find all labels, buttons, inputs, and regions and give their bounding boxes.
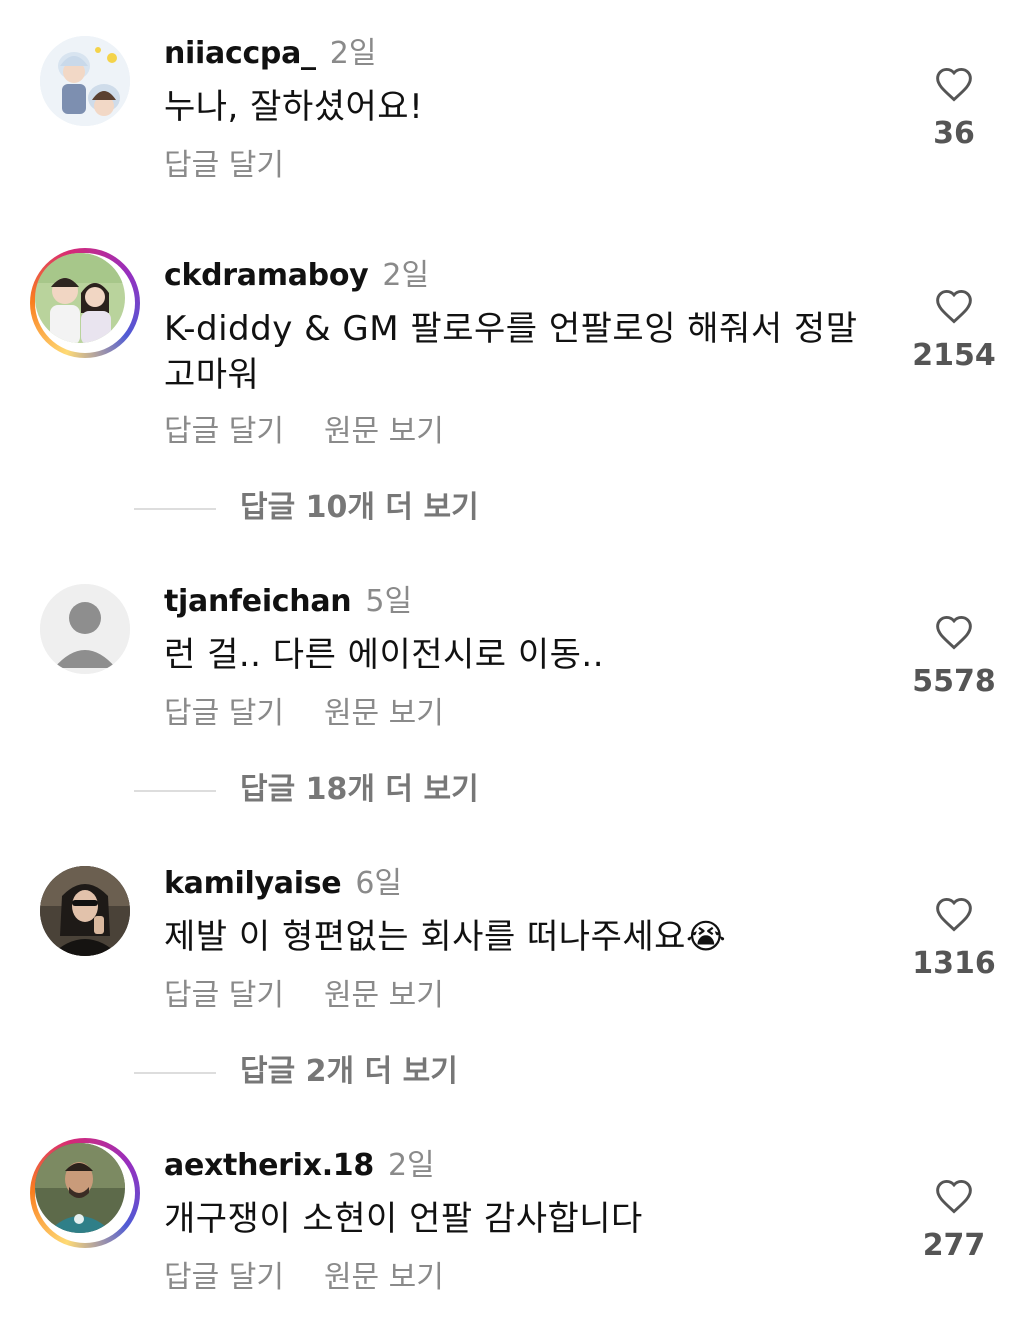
like-count: 1316 (912, 946, 996, 981)
comment-actions: 답글 달기 원문 보기 (164, 412, 444, 452)
view-more-replies-button[interactable]: 답글 2개 더 보기 (134, 1052, 458, 1092)
like-area: 2154 (900, 288, 1008, 376)
heart-outline-icon[interactable] (934, 288, 974, 324)
comment-text: K-diddy & GM 팔로우를 언팔로잉 해줘서 정말 고마워 (164, 309, 858, 395)
crying-face-emoji-icon: 😭 (685, 917, 727, 957)
view-more-replies-button[interactable]: 답글 10개 더 보기 (134, 488, 479, 528)
comment-text: 런 걸.. 다른 에이전시로 이동.. (164, 635, 605, 675)
heart-outline-icon[interactable] (934, 66, 974, 102)
reply-button[interactable]: 답글 달기 (164, 148, 284, 183)
divider (134, 789, 216, 792)
divider (134, 1071, 216, 1074)
like-count: 2154 (912, 338, 996, 373)
reply-button[interactable]: 답글 달기 (164, 978, 284, 1013)
heart-outline-icon[interactable] (934, 896, 974, 932)
comment-text: 제발 이 형편없는 회사를 떠나주세요😭 (164, 914, 884, 960)
view-more-replies-label[interactable]: 답글 2개 더 보기 (240, 1054, 458, 1089)
like-area: 5578 (900, 614, 1008, 702)
story-ring[interactable] (30, 1138, 140, 1248)
comment-meta: tjanfeichan 5일 (164, 582, 412, 622)
heart-outline-icon[interactable] (934, 1178, 974, 1214)
divider (134, 507, 216, 510)
comment-actions: 답글 달기 (164, 146, 284, 186)
comment-text: 개구쟁이 소현이 언팔 감사합니다 (164, 1199, 643, 1239)
avatar[interactable] (40, 584, 130, 674)
like-area: 36 (900, 66, 1008, 154)
timestamp: 2일 (387, 1148, 435, 1183)
view-more-replies-label[interactable]: 답글 18개 더 보기 (240, 772, 479, 807)
comment-actions: 답글 달기 원문 보기 (164, 694, 444, 734)
timestamp: 2일 (329, 36, 377, 71)
timestamp: 5일 (365, 584, 413, 619)
comment-text-body: 제발 이 형편없는 회사를 떠나주세요 (164, 917, 686, 957)
username[interactable]: niiaccpa_ (164, 36, 316, 71)
username[interactable]: ckdramaboy (164, 258, 369, 293)
view-more-replies-label[interactable]: 답글 10개 더 보기 (240, 490, 479, 525)
username[interactable]: kamilyaise (164, 866, 342, 901)
like-count: 5578 (912, 664, 996, 699)
like-count: 277 (922, 1228, 986, 1263)
reply-button[interactable]: 답글 달기 (164, 414, 284, 449)
see-original-button[interactable]: 원문 보기 (324, 978, 444, 1013)
see-original-button[interactable]: 원문 보기 (324, 696, 444, 731)
avatar[interactable] (35, 1143, 125, 1233)
like-area: 277 (900, 1178, 1008, 1266)
comment-meta: kamilyaise 6일 (164, 864, 402, 904)
comment-text: 누나, 잘하셨어요! (164, 87, 424, 127)
like-count: 36 (933, 116, 975, 151)
story-ring[interactable] (30, 248, 140, 358)
see-original-button[interactable]: 원문 보기 (324, 1260, 444, 1295)
username[interactable]: aextherix.18 (164, 1148, 374, 1183)
comment-actions: 답글 달기 원문 보기 (164, 976, 444, 1016)
view-more-replies-button[interactable]: 답글 18개 더 보기 (134, 770, 479, 810)
avatar[interactable] (40, 36, 130, 126)
timestamp: 2일 (382, 258, 430, 293)
username[interactable]: tjanfeichan (164, 584, 352, 619)
comment-meta: ckdramaboy 2일 (164, 256, 429, 296)
comment-meta: aextherix.18 2일 (164, 1146, 435, 1186)
see-original-button[interactable]: 원문 보기 (324, 414, 444, 449)
heart-outline-icon[interactable] (934, 614, 974, 650)
comment-meta: niiaccpa_ 2일 (164, 34, 376, 74)
avatar[interactable] (35, 253, 125, 343)
comment-actions: 답글 달기 원문 보기 (164, 1258, 444, 1298)
timestamp: 6일 (355, 866, 402, 901)
reply-button[interactable]: 답글 달기 (164, 1260, 284, 1295)
reply-button[interactable]: 답글 달기 (164, 696, 284, 731)
like-area: 1316 (900, 896, 1008, 984)
person-silhouette-icon (40, 584, 130, 674)
avatar[interactable] (40, 866, 130, 956)
